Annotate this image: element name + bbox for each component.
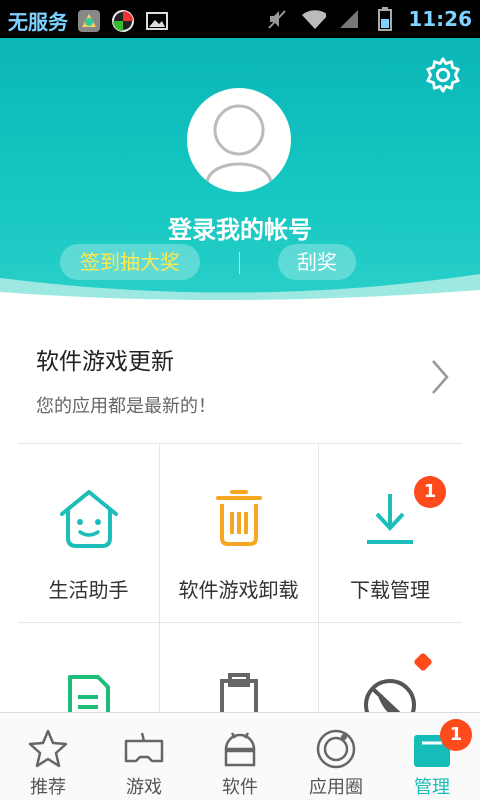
trash-icon: [215, 490, 262, 546]
header-wave: [0, 274, 480, 308]
nav-item-games[interactable]: 游戏: [96, 713, 192, 801]
nav-item-software[interactable]: 软件: [192, 713, 288, 801]
manage-count-badge: 1: [440, 719, 472, 751]
nav-item-app-circle[interactable]: 应用圈: [288, 713, 384, 801]
update-title: 软件游戏更新: [36, 349, 174, 375]
grid-item-download-manager[interactable]: 下载管理 1: [318, 444, 462, 622]
status-right: 11:26: [264, 6, 472, 32]
star-icon: [28, 729, 68, 768]
status-left: 无服务: [8, 6, 170, 35]
nav-label: 管理: [414, 777, 450, 798]
nav-label: 推荐: [30, 777, 66, 798]
image-icon: [144, 8, 170, 34]
bottom-nav: 推荐 游戏 软件 应用圈 管理 1: [0, 712, 480, 800]
smile-house-icon: [59, 490, 118, 548]
grid-item-uninstall[interactable]: 软件游戏卸载: [159, 444, 318, 622]
browser-icon: [110, 8, 136, 34]
status-bar: 无服务 11:26: [0, 0, 480, 38]
default-user-icon: [205, 104, 273, 183]
avatar[interactable]: [187, 88, 291, 192]
signal-icon: [336, 6, 362, 32]
grid-item-life-assistant[interactable]: 生活助手: [18, 444, 159, 622]
new-dot-badge: [413, 652, 433, 672]
software-game-update-row[interactable]: 软件游戏更新 您的应用都是最新的！: [0, 306, 480, 444]
wifi-icon: [300, 6, 327, 32]
nav-label: 应用圈: [309, 777, 363, 798]
battery-icon: [372, 6, 398, 32]
ring-icon: [316, 729, 356, 769]
nav-item-manage[interactable]: 管理 1: [384, 713, 480, 801]
carrier-text: 无服务: [8, 10, 68, 34]
grid-item-label: 下载管理: [350, 578, 430, 602]
android-icon: [224, 732, 256, 767]
grid-item-label: 软件游戏卸载: [178, 578, 299, 602]
download-icon: [367, 494, 413, 544]
login-link[interactable]: 登录我的帐号: [0, 210, 480, 245]
app-store-icon: [76, 8, 102, 34]
settings-gear-icon[interactable]: [424, 56, 462, 94]
download-count-badge: 1: [414, 476, 446, 508]
nav-label: 软件: [222, 777, 258, 798]
mute-icon: [264, 6, 290, 32]
update-subtitle: 您的应用都是最新的！: [36, 396, 216, 417]
grid-item-label: 生活助手: [48, 578, 129, 602]
clock: 11:26: [408, 7, 472, 31]
nav-label: 游戏: [126, 777, 162, 798]
chevron-right-icon: [432, 360, 449, 394]
nav-item-recommend[interactable]: 推荐: [0, 713, 96, 801]
profile-header: 登录我的帐号 签到抽大奖 刮奖: [0, 38, 480, 308]
tool-grid: 生活助手 软件游戏卸载 下载管理 1: [18, 444, 462, 731]
gamepad-icon: [124, 732, 164, 763]
